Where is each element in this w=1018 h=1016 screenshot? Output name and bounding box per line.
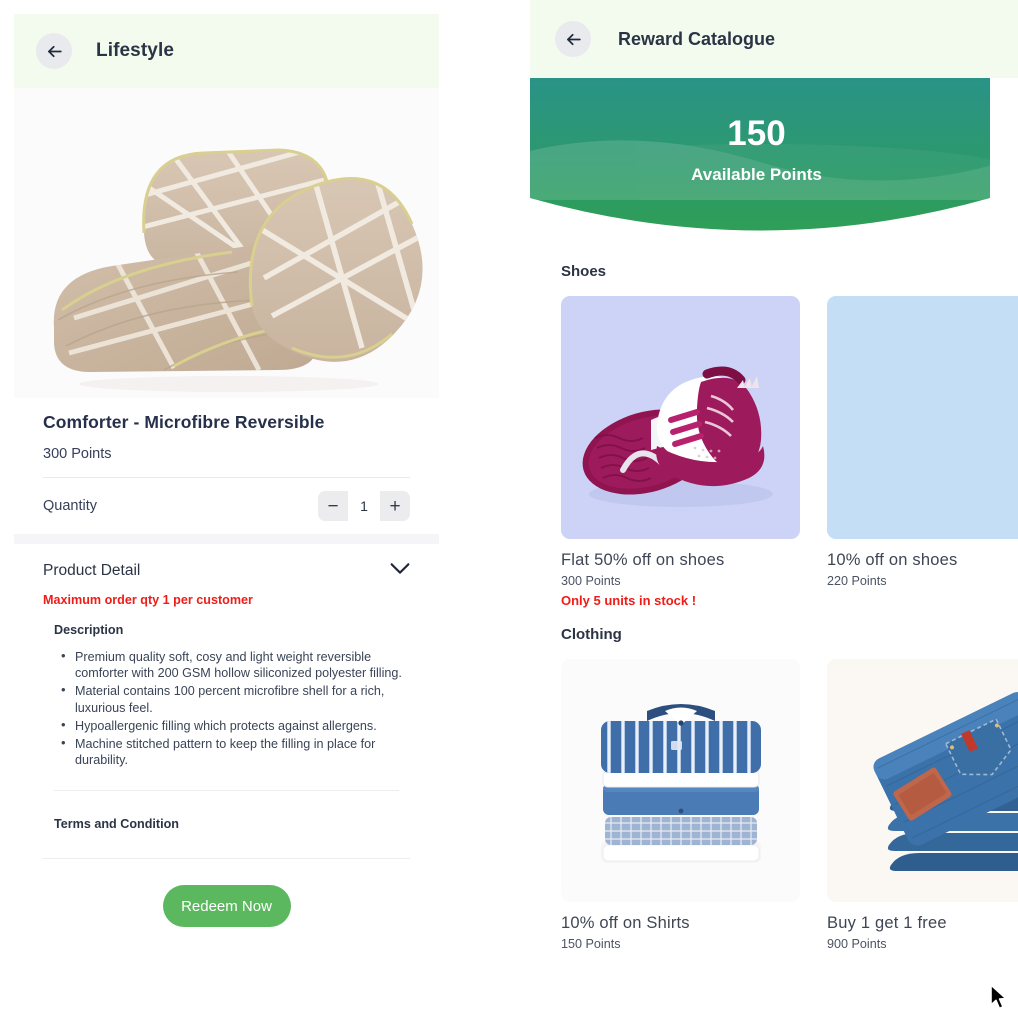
section-clothing: Clothing 10% off on Shirts 150 Points Bu… [530,626,1018,951]
quantity-value[interactable]: 1 [348,491,380,521]
divider [54,790,399,792]
catalogue-header: Reward Catalogue [530,0,1018,78]
back-button[interactable] [36,33,72,69]
reward-catalogue-panel: Reward Catalogue 150 Available Points Sh… [530,0,1018,1012]
reward-image-jeans[interactable] [827,659,1018,902]
reward-image-sneakers[interactable] [561,296,800,539]
product-summary: Comforter - Microfibre Reversible 300 Po… [14,398,439,544]
reward-title: Buy 1 get 1 free [827,914,947,932]
reward-grid: Flat 50% off on shoes 300 Points Only 5 … [561,296,1018,608]
product-detail-section: Product Detail Maximum order qty 1 per c… [14,544,439,928]
reward-title: 10% off on shoes [827,551,958,569]
back-button[interactable] [555,21,591,57]
divider [43,858,410,860]
product-detail-toggle[interactable]: Product Detail [43,544,410,580]
reward-card[interactable]: Flat 50% off on shoes 300 Points Only 5 … [561,296,800,608]
product-header: Lifestyle [14,14,439,88]
product-detail-panel: Lifestyle Comforter - Microfibre Reversi… [14,14,439,998]
mouse-pointer-icon [990,984,1010,1016]
page-title: Lifestyle [96,40,174,61]
reward-stock-warning: Only 5 units in stock ! [561,593,697,608]
section-title: Shoes [561,263,607,280]
reward-points: 300 Points [561,574,621,588]
product-detail-heading: Product Detail [43,562,141,579]
quantity-label: Quantity [43,498,97,514]
product-points: 300 Points [43,446,112,462]
reward-image-placeholder[interactable] [827,296,1018,539]
available-points-value: 150 [727,114,786,153]
reward-grid: 10% off on Shirts 150 Points Buy 1 get 1… [561,659,1018,951]
points-banner: 150 Available Points [530,78,1018,245]
reward-points: 150 Points [561,937,621,951]
reward-points: 220 Points [827,574,887,588]
arrow-left-icon [45,42,64,61]
redeem-now-button[interactable]: Redeem Now [162,885,291,928]
quantity-decrement-button[interactable]: − [318,491,348,521]
list-item: Machine stitched pattern to keep the fil… [61,735,410,768]
reward-card[interactable]: 10% off on shoes 220 Points [827,296,1018,608]
chevron-down-icon[interactable] [390,562,410,580]
reward-points: 900 Points [827,937,887,951]
description-list: Premium quality soft, cosy and light wei… [43,648,410,768]
page-title: Reward Catalogue [618,28,776,49]
quantity-stepper[interactable]: − 1 + [318,491,410,521]
redeem-action-row: Redeem Now [43,885,410,928]
section-title: Clothing [561,626,622,643]
reward-title: Flat 50% off on shoes [561,551,725,569]
list-item: Material contains 100 percent microfibre… [61,682,410,715]
max-order-warning: Maximum order qty 1 per customer [43,593,253,607]
list-item: Hypoallergenic filling which protects ag… [61,717,410,734]
available-points-label: Available Points [691,165,822,184]
list-item: Premium quality soft, cosy and light wei… [61,648,410,681]
quantity-row: Quantity − 1 + [43,478,410,534]
terms-and-condition-link[interactable]: Terms and Condition [54,817,410,831]
reward-image-shirts[interactable] [561,659,800,902]
description-heading: Description [54,623,124,637]
quantity-increment-button[interactable]: + [380,491,410,521]
arrow-left-icon [564,30,583,49]
points-banner-content: 150 Available Points [530,78,983,223]
reward-title: 10% off on Shirts [561,914,690,932]
reward-card[interactable]: Buy 1 get 1 free 900 Points [827,659,1018,951]
product-name: Comforter - Microfibre Reversible [43,412,325,432]
reward-card[interactable]: 10% off on Shirts 150 Points [561,659,800,951]
section-gap [14,534,439,544]
product-hero-image [14,88,439,398]
section-shoes: Shoes Flat 50% off on shoes 300 Points O… [530,263,1018,608]
